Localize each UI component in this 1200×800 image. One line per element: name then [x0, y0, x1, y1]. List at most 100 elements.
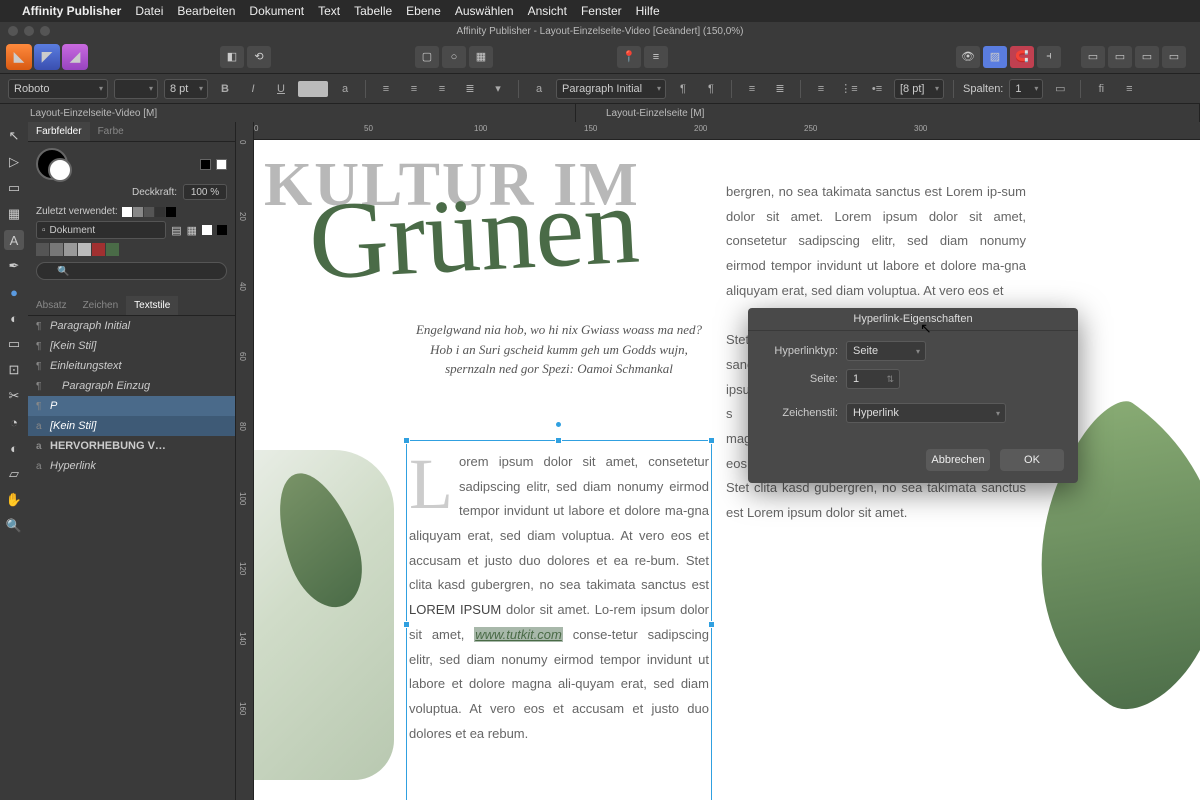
- menu-ebene[interactable]: Ebene: [406, 4, 441, 18]
- magnet-icon[interactable]: 🧲: [1010, 46, 1034, 68]
- style-item[interactable]: HERVORHEBUNG V…: [28, 436, 235, 456]
- para-style-icon[interactable]: a: [528, 79, 550, 99]
- leading1-icon[interactable]: ≡: [741, 79, 763, 99]
- menu-hilfe[interactable]: Hilfe: [636, 4, 660, 18]
- circle-icon[interactable]: ○: [442, 46, 466, 68]
- asset-tool-icon[interactable]: ◐: [4, 308, 24, 328]
- recent-sw[interactable]: [155, 207, 165, 217]
- tab-farbfelder[interactable]: Farbfelder: [28, 122, 90, 141]
- hyperlink-type-select[interactable]: Seite: [846, 341, 926, 361]
- transparency-tool-icon[interactable]: ◐: [4, 438, 24, 458]
- swatch[interactable]: [36, 243, 49, 256]
- style-item[interactable]: [Kein Stil]: [28, 416, 235, 436]
- fill-stroke-selector[interactable]: [36, 148, 68, 180]
- menu-datei[interactable]: Datei: [135, 4, 163, 18]
- menu-text[interactable]: Text: [318, 4, 340, 18]
- arrange2-icon[interactable]: ▭: [1108, 46, 1132, 68]
- doc-tab-1[interactable]: Layout-Einzelseite-Video [M]: [0, 104, 576, 122]
- headline-2[interactable]: Grünen: [306, 161, 642, 305]
- style-item[interactable]: Einleitungstext: [28, 356, 235, 376]
- intro-text[interactable]: Engelgwand nia hob, wo hi nix Gwiass woa…: [409, 320, 709, 379]
- style-item[interactable]: Hyperlink: [28, 456, 235, 476]
- move-tool-icon[interactable]: ↖: [4, 126, 24, 146]
- justify-icon[interactable]: ≣: [459, 79, 481, 99]
- justify-more-icon[interactable]: ▾: [487, 79, 509, 99]
- crop-tool-icon[interactable]: ⊡: [4, 360, 24, 380]
- style-item[interactable]: Paragraph Einzug: [28, 376, 235, 396]
- clip-icon[interactable]: ▢: [415, 46, 439, 68]
- artistic-text-tool-icon[interactable]: A: [4, 230, 24, 250]
- ruler-vertical[interactable]: 0 20 40 60 80 100 120 140 160: [236, 122, 254, 800]
- persona-designer-icon[interactable]: ◤: [34, 44, 60, 70]
- opacity-input[interactable]: 100 %: [183, 184, 227, 200]
- para-style-select[interactable]: Paragraph Initial: [556, 79, 666, 99]
- mini-swatch-black[interactable]: [200, 159, 211, 170]
- fill-tool-icon[interactable]: ◔: [4, 412, 24, 432]
- snap-icon[interactable]: ▨: [983, 46, 1007, 68]
- list-bullet2-icon[interactable]: •≡: [866, 79, 888, 99]
- selection-box[interactable]: [406, 440, 712, 800]
- recent-sw[interactable]: [144, 207, 154, 217]
- swatch[interactable]: [50, 243, 63, 256]
- italic-icon[interactable]: I: [242, 79, 264, 99]
- doc-tab-2[interactable]: Layout-Einzelseite [M]: [576, 104, 1200, 122]
- menu-bearbeiten[interactable]: Bearbeiten: [177, 4, 235, 18]
- recent-sw[interactable]: [122, 207, 132, 217]
- pilcrow-icon[interactable]: ¶: [672, 79, 694, 99]
- leading-select[interactable]: [8 pt]: [894, 79, 944, 99]
- palette-select[interactable]: ▫ Dokument: [36, 221, 166, 239]
- arrange3-icon[interactable]: ▭: [1135, 46, 1159, 68]
- recent-sw[interactable]: [133, 207, 143, 217]
- ok-button[interactable]: OK: [1000, 449, 1064, 471]
- leading2-icon[interactable]: ≣: [769, 79, 791, 99]
- swatch[interactable]: [78, 243, 91, 256]
- tab-absatz[interactable]: Absatz: [28, 296, 75, 315]
- picture-frame-icon[interactable]: ▱: [4, 464, 24, 484]
- swatch-opt4-icon[interactable]: [217, 225, 227, 235]
- fi-icon[interactable]: fi: [1090, 79, 1112, 99]
- list-bullet-icon[interactable]: ⋮≡: [838, 79, 860, 99]
- arrange1-icon[interactable]: ▭: [1081, 46, 1105, 68]
- tab-farbe[interactable]: Farbe: [90, 122, 132, 141]
- swatch-opt1-icon[interactable]: ▤: [171, 224, 181, 237]
- char-style-icon[interactable]: a: [334, 79, 356, 99]
- persona-photo-icon[interactable]: ◢: [62, 44, 88, 70]
- align-right-icon[interactable]: ≡: [431, 79, 453, 99]
- pen-tool-icon[interactable]: ✒: [4, 256, 24, 276]
- page-input[interactable]: 1: [846, 369, 900, 389]
- app-menu[interactable]: Affinity Publisher: [22, 4, 121, 18]
- image-hand-plant[interactable]: [254, 450, 394, 780]
- char-style-select[interactable]: Hyperlink: [846, 403, 1006, 423]
- baseline-icon[interactable]: ≡: [644, 46, 668, 68]
- table-tool-icon[interactable]: ▦: [4, 204, 24, 224]
- menu-auswaehlen[interactable]: Auswählen: [455, 4, 514, 18]
- cancel-button[interactable]: Abbrechen: [926, 449, 990, 471]
- style-item[interactable]: Paragraph Initial: [28, 316, 235, 336]
- swatch[interactable]: [106, 243, 119, 256]
- sync-icon[interactable]: ⟲: [247, 46, 271, 68]
- swatch-opt2-icon[interactable]: ▦: [187, 224, 197, 237]
- show-invisibles-icon[interactable]: ¶: [700, 79, 722, 99]
- font-family-select[interactable]: Roboto: [8, 79, 108, 99]
- menu-tabelle[interactable]: Tabelle: [354, 4, 392, 18]
- grid-icon[interactable]: ▦: [469, 46, 493, 68]
- traffic-lights[interactable]: [0, 26, 50, 36]
- list-num-icon[interactable]: ≡: [810, 79, 832, 99]
- vector-crop-icon[interactable]: ✂: [4, 386, 24, 406]
- swatch-opt3-icon[interactable]: [202, 225, 212, 235]
- arrange4-icon[interactable]: ▭: [1162, 46, 1186, 68]
- preview-icon[interactable]: 👁: [956, 46, 980, 68]
- stock-tool-icon[interactable]: ▭: [4, 334, 24, 354]
- menu-dokument[interactable]: Dokument: [249, 4, 304, 18]
- font-size-select[interactable]: 8 pt: [164, 79, 208, 99]
- pin-icon[interactable]: 📍: [617, 46, 641, 68]
- align-left-icon[interactable]: ≡: [375, 79, 397, 99]
- text-color-swatch[interactable]: [298, 81, 328, 97]
- swatch[interactable]: [64, 243, 77, 256]
- menu-ansicht[interactable]: Ansicht: [528, 4, 567, 18]
- bold-icon[interactable]: B: [214, 79, 236, 99]
- underline-icon[interactable]: U: [270, 79, 292, 99]
- text-tool-icon[interactable]: ▭: [4, 178, 24, 198]
- pan-tool-icon[interactable]: ✋: [4, 490, 24, 510]
- persona-publisher-icon[interactable]: ◣: [6, 44, 32, 70]
